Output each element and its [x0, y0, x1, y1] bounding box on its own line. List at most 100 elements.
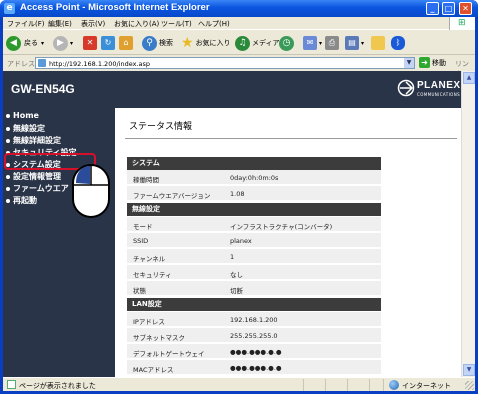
- bluetooth-button[interactable]: ᛒ: [391, 34, 405, 52]
- sidebar-item-reboot[interactable]: 再起動: [6, 195, 37, 206]
- row-key: ファームウエアバージョン: [133, 192, 211, 200]
- refresh-button[interactable]: ↻: [101, 34, 115, 52]
- sidebar-item-home[interactable]: Home: [6, 111, 39, 120]
- search-button[interactable]: ⚲ 検索: [142, 34, 173, 52]
- minimize-button[interactable]: _: [426, 2, 439, 15]
- go-label: 移動: [432, 58, 446, 67]
- menu-tools[interactable]: ツール(T): [161, 19, 192, 29]
- refresh-icon: ↻: [101, 36, 115, 50]
- row-key: セキュリティ: [133, 271, 172, 279]
- row-value: planex: [230, 237, 252, 245]
- chevron-down-icon: ▾: [70, 39, 74, 47]
- title-divider: [125, 138, 457, 139]
- status-divider: [347, 379, 348, 391]
- page-content: GW-EN54G PLANEX COMMUNICATIONS Home 無線設定…: [3, 71, 461, 377]
- section-header-lan: LAN設定: [127, 298, 381, 311]
- address-bar: アドレス(D) http://192.168.1.200/index.asp ▼…: [3, 56, 475, 78]
- sidebar-item-wireless[interactable]: 無線設定: [6, 123, 45, 134]
- back-arrow-icon: ◀: [6, 35, 21, 51]
- bluetooth-icon: ᛒ: [391, 36, 405, 50]
- edit-button[interactable]: ▤ ▾: [345, 34, 364, 52]
- row-key: モード: [133, 223, 153, 231]
- row-value: 0day:0h:0m:0s: [230, 174, 279, 182]
- favorites-button[interactable]: ★ お気に入り: [181, 34, 231, 52]
- menu-help[interactable]: ヘルプ(H): [198, 19, 230, 29]
- sidebar-item-wireless-advanced[interactable]: 無線詳細設定: [6, 135, 61, 146]
- sidebar-item-firmware[interactable]: ファームウエア: [6, 183, 69, 194]
- back-button[interactable]: ◀ 戻る ▾: [6, 34, 44, 52]
- menu-file[interactable]: ファイル(F): [7, 19, 45, 29]
- sidebar-item-config-management[interactable]: 設定情報管理: [6, 171, 61, 182]
- scroll-up-arrow-icon[interactable]: ▲: [463, 72, 475, 84]
- table-row: IPアドレス 192.168.1.200: [127, 312, 381, 327]
- home-icon: ⌂: [119, 36, 133, 50]
- chevron-down-icon: ▾: [361, 39, 365, 47]
- go-arrow-icon: ➜: [419, 57, 430, 68]
- planex-logo-icon: [397, 79, 415, 97]
- row-value: なし: [230, 271, 243, 279]
- media-label: メディア: [252, 39, 280, 47]
- title-bar[interactable]: e Access Point - Microsoft Internet Expl…: [0, 0, 478, 17]
- close-button[interactable]: ✕: [459, 2, 472, 15]
- address-input[interactable]: http://192.168.1.200/index.asp ▼: [35, 57, 415, 69]
- table-row: 稼働時間 0day:0h:0m:0s: [127, 170, 381, 185]
- search-label: 検索: [159, 39, 173, 47]
- status-divider: [325, 379, 326, 391]
- scroll-down-arrow-icon[interactable]: ▼: [463, 364, 475, 376]
- bullet-icon: [6, 174, 10, 179]
- row-value: 1.08: [230, 190, 245, 198]
- row-value: 1: [230, 253, 235, 261]
- table-row: MACアドレス ●●●.●●●.●.●: [127, 360, 381, 375]
- row-value: ●●●.●●●.●.●: [230, 348, 282, 356]
- history-button[interactable]: ◷: [279, 34, 294, 52]
- table-row: セキュリティ なし: [127, 265, 381, 280]
- folder-button[interactable]: [371, 34, 385, 52]
- stop-button[interactable]: ✕: [83, 34, 97, 52]
- row-key: デフォルトゲートウェイ: [133, 350, 205, 358]
- forward-button[interactable]: ▶ ▾: [53, 34, 73, 52]
- page-icon: [38, 59, 46, 67]
- page-header: GW-EN54G PLANEX COMMUNICATIONS: [3, 71, 461, 108]
- window-title: Access Point - Microsoft Internet Explor…: [20, 2, 210, 13]
- edit-icon: ▤: [345, 36, 359, 50]
- go-button[interactable]: ➜ 移動: [419, 57, 446, 68]
- row-key: サブネットマスク: [133, 334, 185, 342]
- bullet-icon: [6, 186, 10, 191]
- chevron-down-icon: ▾: [41, 39, 45, 47]
- bullet-icon: [6, 126, 10, 131]
- brand-subtitle: COMMUNICATIONS: [417, 92, 461, 97]
- bullet-icon: [6, 138, 10, 143]
- sidebar-item-label: 再起動: [13, 196, 37, 205]
- resize-grip[interactable]: [465, 381, 474, 390]
- row-key: IPアドレス: [133, 318, 165, 326]
- bullet-icon: [6, 198, 10, 203]
- print-button[interactable]: ⎙: [325, 34, 339, 52]
- status-divider: [369, 379, 370, 391]
- print-icon: ⎙: [325, 36, 339, 50]
- vertical-scrollbar[interactable]: ▲ ▼: [461, 71, 475, 377]
- menu-view[interactable]: 表示(V): [81, 19, 105, 29]
- table-row: ファームウエアバージョン 1.08: [127, 186, 381, 201]
- toolbar: ◀ 戻る ▾ ▶ ▾ ✕ ↻ ⌂ ⚲ 検索 ★ お気に入り ♫ メディア ◷ ✉…: [3, 31, 475, 55]
- forward-arrow-icon: ▶: [53, 35, 68, 51]
- menu-edit[interactable]: 編集(E): [48, 19, 72, 29]
- history-icon: ◷: [279, 35, 294, 51]
- browser-window: e Access Point - Microsoft Internet Expl…: [0, 0, 478, 394]
- chevron-down-icon: ▾: [319, 39, 323, 47]
- mail-button[interactable]: ✉ ▾: [303, 34, 322, 52]
- media-button[interactable]: ♫ メディア: [235, 34, 280, 52]
- row-key: MACアドレス: [133, 366, 174, 374]
- windows-flag-icon: ⊞: [458, 18, 466, 28]
- status-panel: ステータス情報 システム 稼働時間 0day:0h:0m:0s ファームウエアバ…: [115, 108, 461, 377]
- mouse-icon: [72, 164, 110, 218]
- menu-favorites[interactable]: お気に入り(A): [114, 19, 159, 29]
- chevron-down-icon[interactable]: ▼: [404, 58, 414, 68]
- row-value: 192.168.1.200: [230, 316, 278, 324]
- sidebar-nav: Home 無線設定 無線詳細設定 セキュリティ設定 システム設定 設定情報管理: [3, 108, 115, 377]
- page-title: ステータス情報: [129, 122, 193, 132]
- browser-client: ファイル(F) 編集(E) 表示(V) お気に入り(A) ツール(T) ヘルプ(…: [3, 17, 475, 391]
- status-divider: [303, 379, 304, 391]
- home-button[interactable]: ⌂: [119, 34, 133, 52]
- maximize-button[interactable]: □: [442, 2, 455, 15]
- row-key: SSID: [133, 237, 149, 245]
